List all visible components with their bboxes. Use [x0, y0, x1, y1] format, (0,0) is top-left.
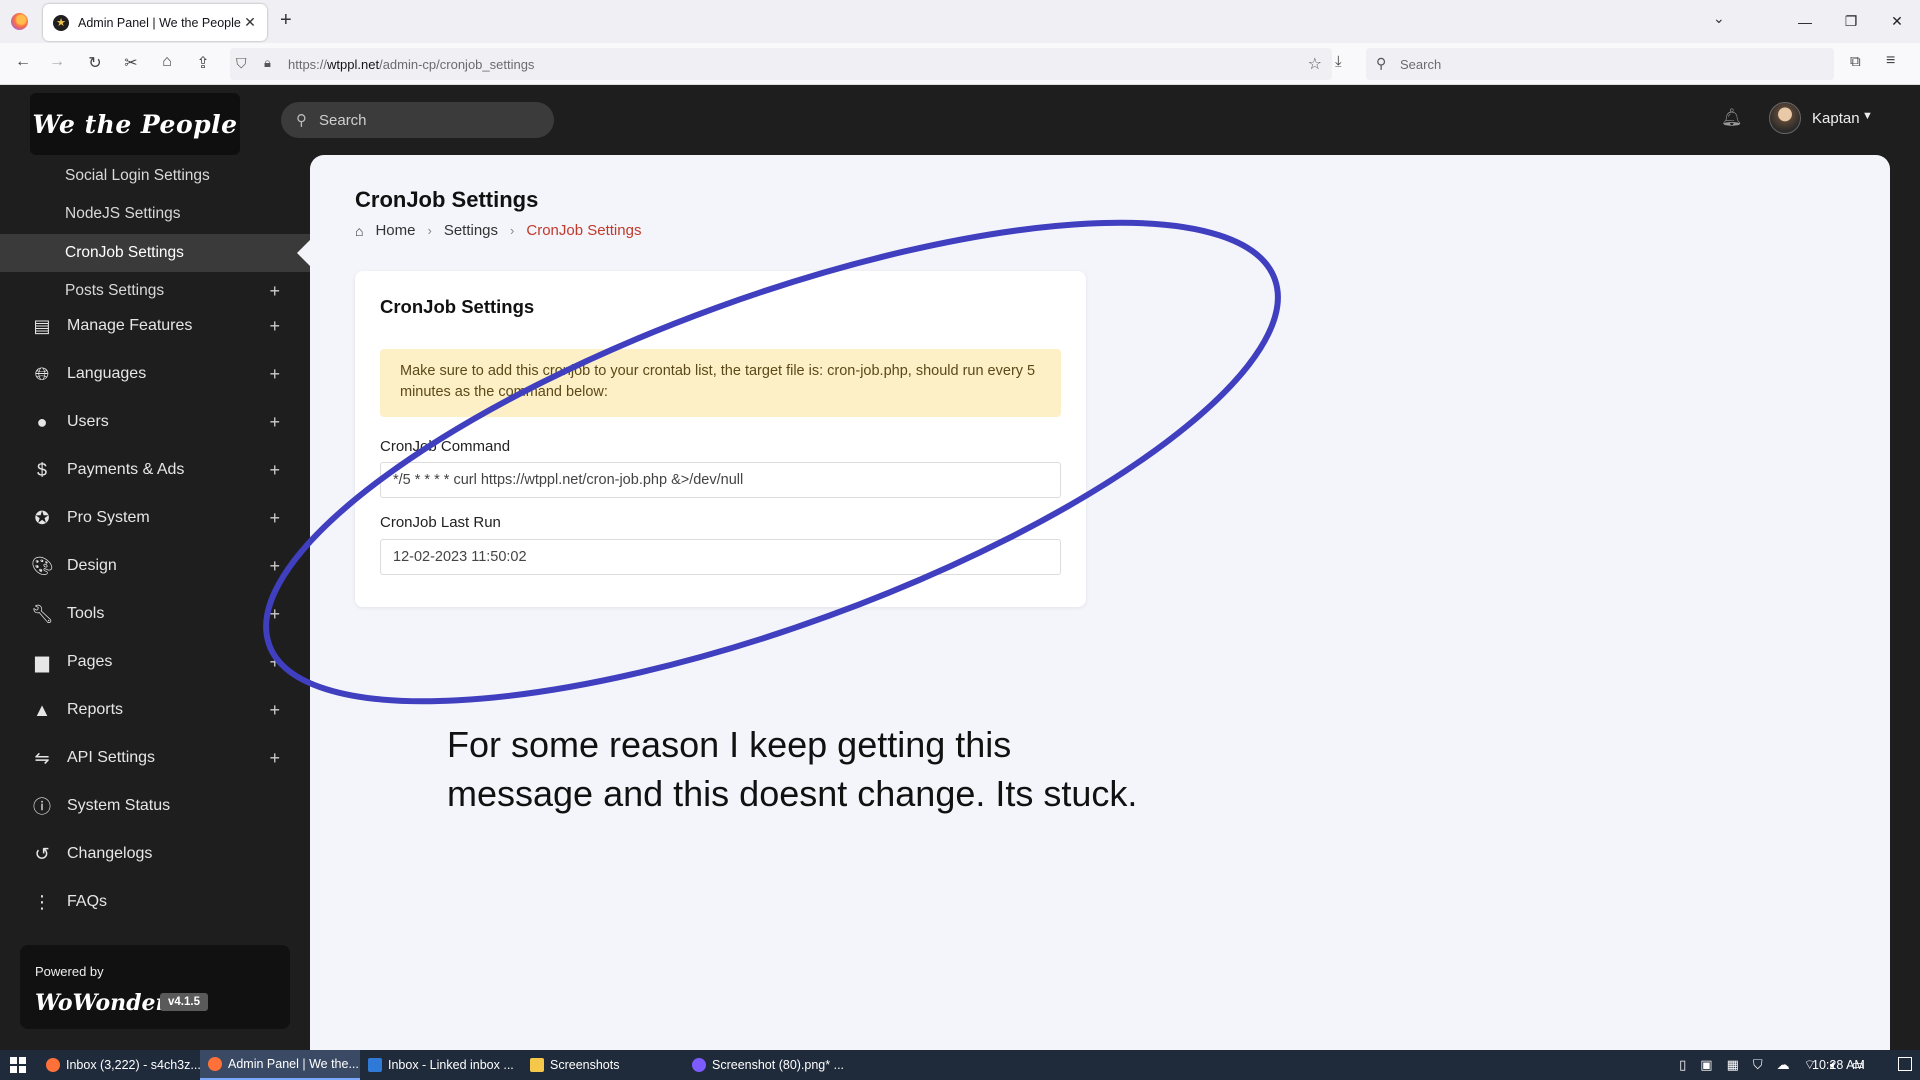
mail-icon	[368, 1058, 382, 1072]
notification-icon[interactable]	[1898, 1057, 1912, 1071]
paint-icon	[692, 1058, 706, 1072]
taskbar-item-mail[interactable]: Inbox - Linked inbox ...	[360, 1050, 520, 1080]
app-tray-icon[interactable]: ▦	[1727, 1057, 1739, 1073]
screen-icon[interactable]: ▣	[1700, 1057, 1712, 1073]
annotation-ellipse	[263, 219, 1281, 705]
annotation-text: For some reason I keep getting this mess…	[447, 724, 1138, 814]
taskbar-item-screenshots[interactable]: Screenshots	[522, 1050, 676, 1080]
clock[interactable]: 10:28 AM	[1812, 1058, 1865, 1072]
folder-icon	[530, 1058, 544, 1072]
usb-icon[interactable]: ▯	[1679, 1057, 1686, 1073]
shield-tray-icon[interactable]: ⛉	[1753, 1057, 1763, 1073]
taskbar: Inbox (3,222) - s4ch3z... Admin Panel | …	[0, 1050, 1920, 1080]
taskbar-item-paint[interactable]: Screenshot (80).png* ...	[684, 1050, 844, 1080]
windows-start-icon[interactable]	[10, 1057, 26, 1073]
taskbar-item-inbox[interactable]: Inbox (3,222) - s4ch3z...	[38, 1050, 200, 1080]
firefox-icon	[208, 1057, 222, 1071]
firefox-icon	[46, 1058, 60, 1072]
taskbar-item-admin-panel[interactable]: Admin Panel | We the...	[200, 1050, 360, 1080]
cloud-icon[interactable]: ☁	[1777, 1057, 1790, 1073]
